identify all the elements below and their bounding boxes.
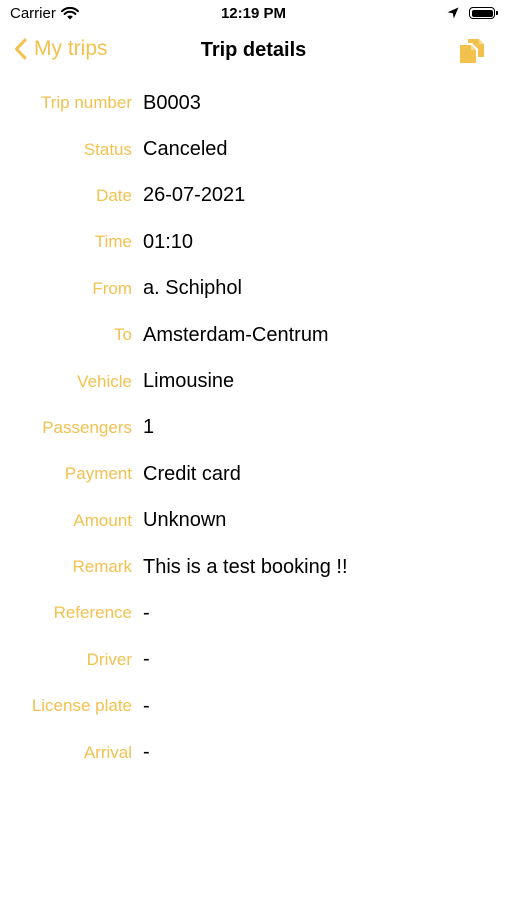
detail-value: Credit card: [143, 462, 241, 485]
detail-value: Canceled: [143, 138, 228, 161]
detail-value: Limousine: [143, 370, 235, 393]
detail-label: Payment: [64, 464, 132, 484]
copy-icon: [460, 39, 484, 63]
detail-row: Arrival -: [0, 729, 507, 775]
battery-icon: [469, 7, 498, 19]
detail-label: License plate: [31, 696, 132, 716]
detail-label: Vehicle: [77, 371, 132, 391]
detail-row: Remark This is a test booking !!: [0, 544, 507, 590]
detail-label: Time: [94, 232, 132, 252]
copy-button[interactable]: [457, 36, 487, 71]
detail-label: Amount: [73, 510, 132, 530]
back-button-label: My trips: [34, 37, 108, 60]
detail-row: Amount Unknown: [0, 498, 507, 544]
detail-row: Trip number B0003: [0, 80, 507, 126]
detail-value: 26-07-2021: [143, 184, 246, 207]
detail-label: Remark: [72, 557, 132, 577]
detail-label: Trip number: [40, 93, 132, 113]
status-bar: Carrier 12:19 PM: [0, 0, 507, 30]
detail-value: 1: [143, 416, 155, 439]
chevron-left-icon: [15, 38, 27, 60]
detail-value: -: [143, 741, 150, 764]
detail-value: -: [143, 648, 150, 671]
detail-label: Driver: [86, 649, 132, 669]
detail-value: Unknown: [143, 509, 227, 532]
location-arrow-icon: [447, 7, 459, 19]
detail-row: Status Canceled: [0, 126, 507, 172]
detail-value: -: [143, 601, 150, 624]
trip-details-list: Trip number B0003 Status Canceled Date 26-07-…: [0, 80, 507, 776]
detail-row: To Amsterdam-Centrum: [0, 312, 507, 358]
detail-label: Passengers: [42, 417, 132, 437]
back-button[interactable]: My trips: [14, 37, 108, 61]
navigation-bar: My trips Trip details: [0, 30, 507, 74]
detail-row: Date 26-07-2021: [0, 173, 507, 219]
detail-value: 01:10: [143, 230, 194, 253]
detail-row: Reference -: [0, 590, 507, 636]
detail-label: From: [92, 278, 132, 298]
detail-label: Arrival: [83, 742, 132, 762]
detail-row: Payment Credit card: [0, 451, 507, 497]
detail-label: Status: [83, 139, 132, 159]
detail-label: Reference: [53, 603, 132, 623]
status-time: 12:19 PM: [220, 5, 287, 22]
detail-row: Vehicle Limousine: [0, 358, 507, 404]
detail-label: To: [114, 325, 132, 345]
detail-row: Time 01:10: [0, 219, 507, 265]
detail-row: From a. Schiphol: [0, 266, 507, 312]
detail-row: Passengers 1: [0, 405, 507, 451]
detail-value: B0003: [143, 91, 201, 114]
detail-value: Amsterdam-Centrum: [143, 323, 329, 346]
detail-row: License plate -: [0, 683, 507, 729]
detail-value: -: [143, 694, 150, 717]
detail-value: a. Schiphol: [143, 277, 242, 300]
detail-value: This is a test booking !!: [143, 555, 348, 578]
detail-row: Driver -: [0, 637, 507, 683]
detail-label: Date: [96, 185, 132, 205]
